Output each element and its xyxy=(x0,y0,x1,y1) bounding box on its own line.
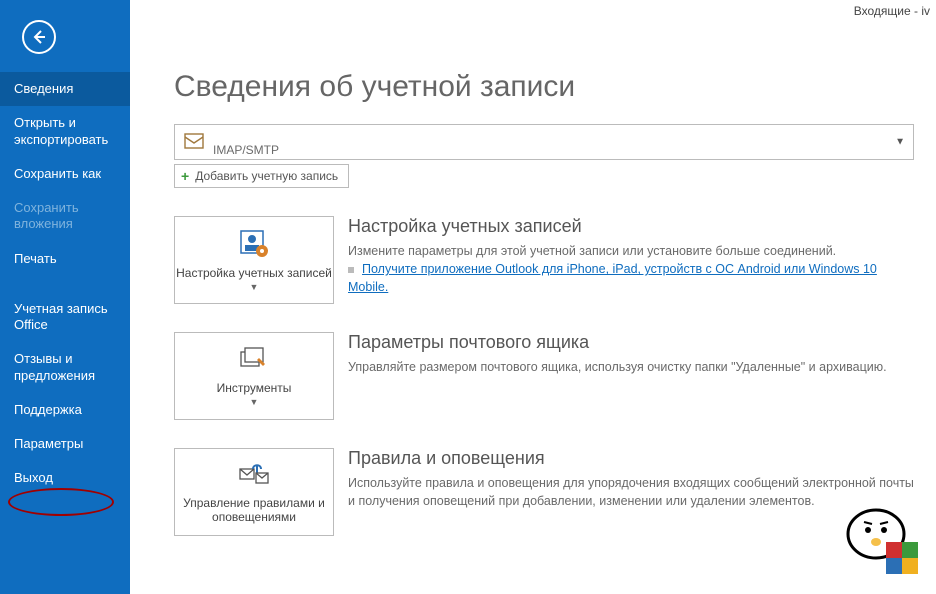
sidebar-item-print[interactable]: Печать xyxy=(0,242,130,276)
sidebar-item-options[interactable]: Параметры xyxy=(0,427,130,461)
add-account-label: Добавить учетную запись xyxy=(195,169,338,183)
section-desc: Используйте правила и оповещения для упо… xyxy=(348,474,914,510)
sidebar-item-save-as[interactable]: Сохранить как xyxy=(0,157,130,191)
sidebar-item-feedback[interactable]: Отзывы и предложения xyxy=(0,342,130,393)
arrow-left-icon xyxy=(31,29,47,45)
main-pane: Сведения об учетной записи IMAP/SMTP ▼ +… xyxy=(130,0,936,594)
chevron-down-icon: ▼ xyxy=(250,397,259,407)
sidebar-item-exit[interactable]: Выход xyxy=(0,461,130,495)
add-account-button[interactable]: + Добавить учетную запись xyxy=(174,164,349,188)
back-button[interactable] xyxy=(22,20,56,54)
account-settings-icon xyxy=(237,229,271,262)
account-selector[interactable]: IMAP/SMTP ▼ xyxy=(174,124,914,160)
section-heading: Параметры почтового ящика xyxy=(348,332,914,353)
watermark-logo xyxy=(836,494,926,584)
plus-icon: + xyxy=(181,168,189,184)
page-title: Сведения об учетной записи xyxy=(174,70,914,104)
section-desc: Управляйте размером почтового ящика, исп… xyxy=(348,358,914,376)
tile-label: Настройка учетных записей xyxy=(176,266,332,280)
chevron-down-icon: ▼ xyxy=(250,282,259,292)
tile-label: Инструменты xyxy=(217,381,292,395)
tools-icon xyxy=(237,346,271,377)
account-icon xyxy=(175,131,213,153)
sidebar-item-open-export[interactable]: Открыть и экспортировать xyxy=(0,106,130,157)
sidebar-item-save-attachments: Сохранить вложения xyxy=(0,191,130,242)
sidebar-item-info[interactable]: Сведения xyxy=(0,72,130,106)
tile-label: Управление правилами и оповещениями xyxy=(175,496,333,524)
account-settings-tile[interactable]: Настройка учетных записей ▼ xyxy=(174,216,334,304)
sidebar-item-office-account[interactable]: Учетная запись Office xyxy=(0,292,130,343)
section-heading: Правила и оповещения xyxy=(348,448,914,469)
rules-alerts-tile[interactable]: Управление правилами и оповещениями xyxy=(174,448,334,536)
chevron-down-icon: ▼ xyxy=(895,137,905,148)
rules-alerts-icon xyxy=(237,461,271,492)
sidebar-item-support[interactable]: Поддержка xyxy=(0,393,130,427)
section-desc: Измените параметры для этой учетной запи… xyxy=(348,242,914,296)
section-heading: Настройка учетных записей xyxy=(348,216,914,237)
outlook-app-link[interactable]: Получите приложение Outlook для iPhone, … xyxy=(348,262,877,294)
account-protocol: IMAP/SMTP xyxy=(213,143,279,159)
tools-tile[interactable]: Инструменты ▼ xyxy=(174,332,334,420)
bullet-icon xyxy=(348,267,354,273)
backstage-sidebar: Сведения Открыть и экспортировать Сохран… xyxy=(0,0,130,594)
